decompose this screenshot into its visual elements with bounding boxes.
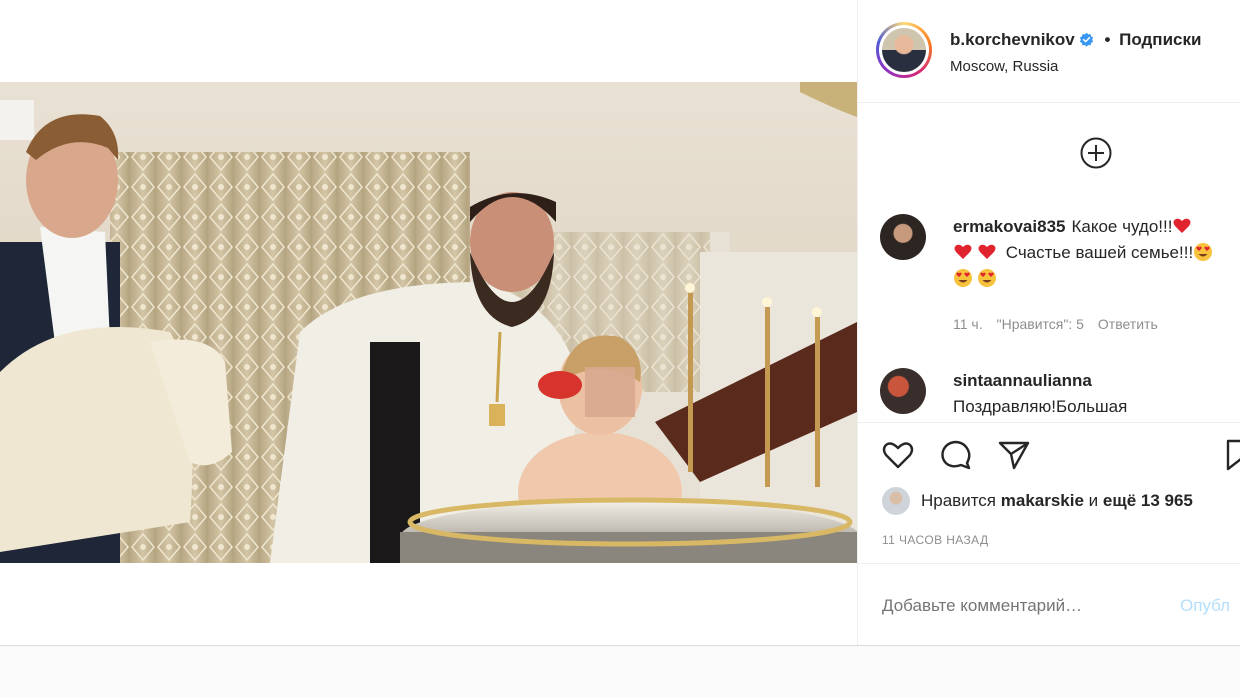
comment-avatar[interactable] (880, 368, 926, 414)
likes-count[interactable]: ещё 13 965 (1103, 491, 1193, 510)
share-send-icon[interactable] (996, 437, 1032, 473)
post-container: b.korchevnikov • Подписки Moscow, Russia… (0, 0, 1240, 646)
save-bookmark-icon[interactable] (1224, 437, 1240, 473)
comment-meta: 11 ч. "Нравится": 5 Ответить (953, 316, 1172, 332)
likes-and: и (1088, 491, 1099, 510)
verified-badge-icon (1079, 32, 1093, 47)
post-actions: Нравится makarskie и ещё 13 965 11 часов… (858, 422, 1240, 563)
baptism-photo-illustration (0, 82, 857, 563)
red-heart-emoji-icon (954, 244, 972, 259)
comment-body: sintaannaulianna Поздравляю!Большая (953, 368, 1240, 420)
red-heart-emoji-icon (978, 244, 996, 259)
add-comment-bar: Опубл (858, 563, 1240, 645)
comment-text-part2: Счастье вашей семье!!! (1005, 243, 1194, 262)
post-timestamp[interactable]: 11 часов назад (882, 533, 989, 547)
post-media-area (0, 0, 857, 645)
author-avatar-image (882, 28, 926, 72)
load-more-comments-icon[interactable] (1080, 137, 1112, 169)
comment-bubble-icon[interactable] (938, 437, 974, 473)
comment-likes-count[interactable]: "Нравится": 5 (997, 316, 1084, 332)
post-sidebar: b.korchevnikov • Подписки Moscow, Russia… (857, 0, 1240, 645)
comment-avatar[interactable] (880, 214, 926, 260)
comment-body: ermakovai835 Какое чудо!!! Счастье вашей … (953, 214, 1240, 292)
publish-button[interactable]: Опубл (1180, 596, 1230, 616)
author-username[interactable]: b.korchevnikov (950, 30, 1075, 49)
like-heart-icon[interactable] (880, 437, 916, 473)
comment-text: Поздравляю!Большая (953, 397, 1128, 416)
liker-username[interactable]: makarskie (1001, 491, 1084, 510)
heart-eyes-emoji-icon (978, 269, 996, 287)
comment-item: sintaannaulianna Поздравляю!Большая (880, 368, 1240, 422)
comment-reply-button[interactable]: Ответить (1098, 316, 1158, 332)
heart-eyes-emoji-icon (1194, 243, 1213, 261)
heart-eyes-emoji-icon (954, 269, 972, 287)
author-avatar-border (879, 25, 929, 75)
liker-avatar[interactable] (882, 487, 910, 515)
post-location[interactable]: Moscow, Russia (950, 58, 1058, 75)
red-heart-emoji-icon (1173, 218, 1191, 233)
comment-time[interactable]: 11 ч. (953, 316, 983, 332)
likes-prefix: Нравится (921, 491, 997, 510)
author-line: b.korchevnikov • Подписки (950, 30, 1201, 50)
post-header: b.korchevnikov • Подписки Moscow, Russia (858, 0, 1240, 103)
likes-text: Нравится makarskie и ещё 13 965 (921, 491, 1193, 511)
comment-username[interactable]: sintaannaulianna (953, 371, 1092, 390)
following-button[interactable]: Подписки (1119, 30, 1201, 49)
comment-text-part1: Какое чудо!!! (1071, 217, 1173, 236)
comment-item: ermakovai835 Какое чудо!!! Счастье вашей … (880, 214, 1240, 344)
comment-username[interactable]: ermakovai835 (953, 217, 1065, 236)
post-photo[interactable] (0, 82, 857, 563)
follow-separator: • (1104, 30, 1111, 49)
author-avatar[interactable] (876, 22, 932, 78)
comment-input[interactable] (882, 596, 1152, 616)
